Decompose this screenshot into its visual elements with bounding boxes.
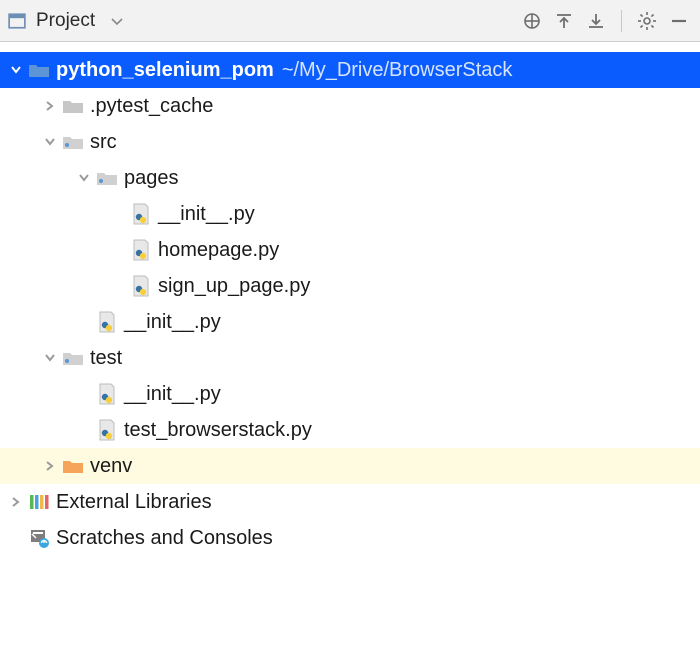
- toolbar-left: Project: [6, 10, 521, 32]
- tree-item-label: __init__.py: [124, 381, 221, 407]
- select-opened-file-icon[interactable]: [521, 10, 543, 32]
- hide-icon[interactable]: [668, 10, 690, 32]
- tree-item-test[interactable]: test: [0, 340, 700, 376]
- chevron-down-icon[interactable]: [6, 64, 26, 76]
- tree-item-label: sign_up_page.py: [158, 273, 310, 299]
- project-toolbar: Project: [0, 0, 700, 42]
- tree-item-pages[interactable]: pages: [0, 160, 700, 196]
- toolbar-right: [521, 10, 694, 32]
- tree-item-sign-up-page[interactable]: sign_up_page.py: [0, 268, 700, 304]
- tree-item-label: .pytest_cache: [90, 93, 213, 119]
- toolbar-separator: [621, 10, 622, 32]
- tree-item-label: test: [90, 345, 122, 371]
- folder-icon: [60, 458, 86, 474]
- chevron-right-icon[interactable]: [40, 100, 60, 112]
- chevron-down-icon[interactable]: [40, 136, 60, 148]
- toolbar-title[interactable]: Project: [36, 10, 95, 32]
- chevron-right-icon[interactable]: [6, 496, 26, 508]
- project-name-label: python_selenium_pom: [56, 57, 274, 83]
- tree-item-test-browserstack[interactable]: test_browserstack.py: [0, 412, 700, 448]
- folder-icon: [60, 350, 86, 366]
- python-file-icon: [128, 239, 154, 261]
- tree-item-label: External Libraries: [56, 489, 212, 515]
- folder-icon: [26, 62, 52, 78]
- python-file-icon: [94, 311, 120, 333]
- tree-item-src[interactable]: src: [0, 124, 700, 160]
- chevron-down-icon[interactable]: [74, 172, 94, 184]
- chevron-right-icon[interactable]: [40, 460, 60, 472]
- project-path-label: ~/My_Drive/BrowserStack: [282, 57, 513, 83]
- external-libraries-icon: [26, 492, 52, 512]
- tree-item-label: homepage.py: [158, 237, 279, 263]
- tree-item-scratches-consoles[interactable]: Scratches and Consoles: [0, 520, 700, 556]
- tree-item-label: __init__.py: [124, 309, 221, 335]
- collapse-all-icon[interactable]: [585, 10, 607, 32]
- tree-item-label: pages: [124, 165, 179, 191]
- tree-item-test-init[interactable]: __init__.py: [0, 376, 700, 412]
- tree-item-external-libraries[interactable]: External Libraries: [0, 484, 700, 520]
- view-mode-dropdown-icon[interactable]: [111, 10, 123, 31]
- python-file-icon: [94, 419, 120, 441]
- folder-icon: [94, 170, 120, 186]
- python-file-icon: [128, 203, 154, 225]
- python-file-icon: [94, 383, 120, 405]
- tree-item-label: src: [90, 129, 117, 155]
- chevron-down-icon[interactable]: [40, 352, 60, 364]
- tree-item-label: Scratches and Consoles: [56, 525, 273, 551]
- tree-item-pytest-cache[interactable]: .pytest_cache: [0, 88, 700, 124]
- project-root-row[interactable]: python_selenium_pom ~/My_Drive/BrowserSt…: [0, 52, 700, 88]
- gear-icon[interactable]: [636, 10, 658, 32]
- expand-all-icon[interactable]: [553, 10, 575, 32]
- tree-item-label: __init__.py: [158, 201, 255, 227]
- scratches-icon: [26, 528, 52, 548]
- tree-item-label: venv: [90, 453, 132, 479]
- tree-item-homepage[interactable]: homepage.py: [0, 232, 700, 268]
- tree-item-venv[interactable]: venv: [0, 448, 700, 484]
- folder-icon: [60, 98, 86, 114]
- tree-item-label: test_browserstack.py: [124, 417, 312, 443]
- project-tree: python_selenium_pom ~/My_Drive/BrowserSt…: [0, 42, 700, 556]
- python-file-icon: [128, 275, 154, 297]
- tool-window-icon: [6, 10, 28, 32]
- folder-icon: [60, 134, 86, 150]
- tree-item-src-init[interactable]: __init__.py: [0, 304, 700, 340]
- tree-item-pages-init[interactable]: __init__.py: [0, 196, 700, 232]
